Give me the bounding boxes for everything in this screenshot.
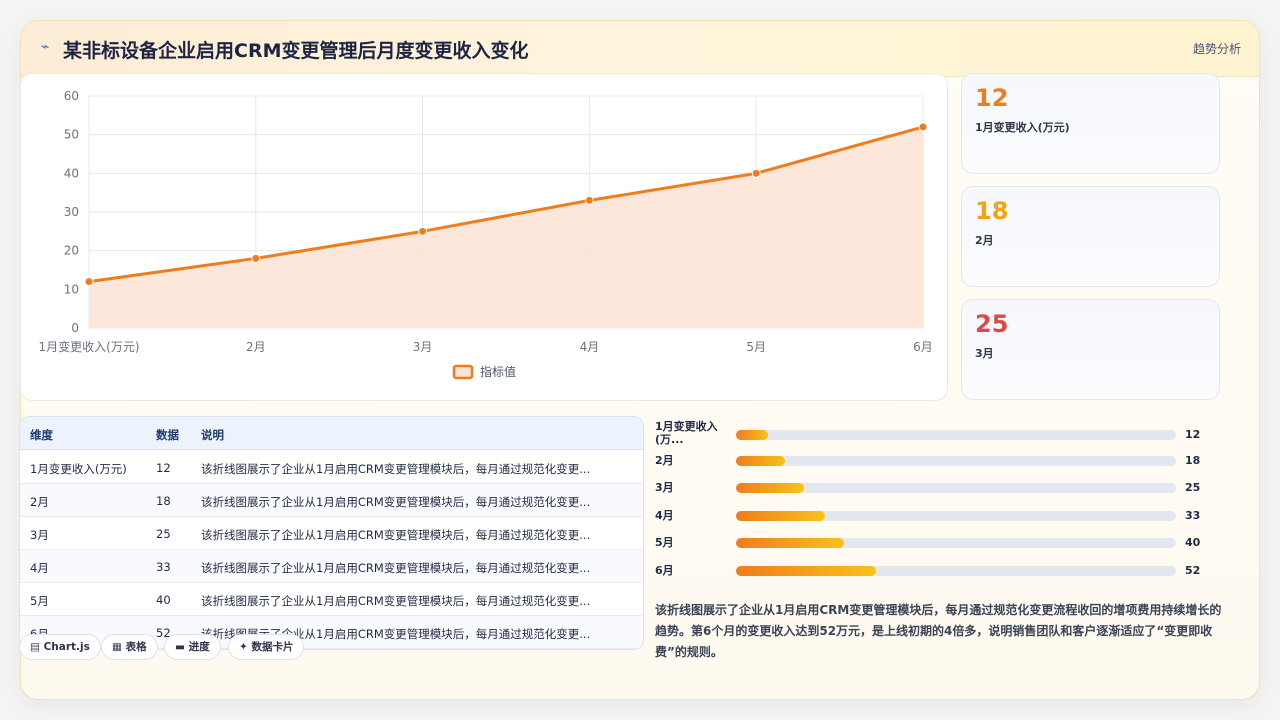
x-tick-label: 6月: [913, 340, 933, 354]
progress-value: 33: [1185, 509, 1201, 522]
table-cell: 25: [156, 527, 171, 541]
table-cell: 该折线图展示了企业从1月启用CRM变更管理模块后，每月通过规范化变更...: [201, 462, 591, 476]
data-point: [251, 253, 261, 263]
progress-row: 1月变更收入(万... 12: [655, 418, 1220, 446]
chartjs-tag[interactable]: ▤ Chart.js: [19, 634, 101, 660]
data-point: [84, 277, 94, 287]
data-point: [918, 122, 928, 132]
table-row[interactable]: 3月 25 该折线图展示了企业从1月启用CRM变更管理模块后，每月通过规范化变更..…: [20, 517, 643, 550]
progress-row: 3月 25: [655, 481, 1220, 505]
progress-track: [736, 511, 1176, 521]
legend-label: 指标值: [480, 364, 516, 379]
progress-row: 5月 40: [655, 536, 1220, 560]
progress-value: 18: [1185, 454, 1201, 467]
table-cell: 该折线图展示了企业从1月启用CRM变更管理模块后，每月通过规范化变更...: [201, 528, 591, 542]
progress-fill: [736, 456, 785, 466]
data-point: [751, 168, 761, 178]
y-tick-label: 30: [64, 205, 79, 219]
header: ⌁ 某非标设备企业启用CRM变更管理后月度变更收入变化 趋势分析: [21, 21, 1259, 77]
stat-value: 12: [975, 84, 1009, 112]
progress-fill: [736, 430, 769, 440]
table-row[interactable]: 4月 33 该折线图展示了企业从1月启用CRM变更管理模块后，每月通过规范化变更..…: [20, 550, 643, 583]
stat-card: 18 2月: [961, 186, 1220, 287]
progress-label: 5月: [655, 536, 674, 549]
analysis-tag: 趋势分析: [1192, 42, 1241, 56]
stat-card: 25 3月: [961, 299, 1220, 400]
progress-row: 4月 33: [655, 509, 1220, 533]
table-cell: 该折线图展示了企业从1月启用CRM变更管理模块后，每月通过规范化变更...: [201, 495, 591, 509]
line-chart: 0 10 20 30 40 50 60 1月变更收入(万元) 2月 3月 4月 5月 6月指标值: [39, 89, 933, 380]
progress-label: 6月: [655, 564, 674, 577]
y-tick-label: 10: [64, 282, 79, 296]
y-tick-label: 0: [71, 321, 79, 335]
table-header: 维度 数据 说明: [20, 417, 643, 450]
stat-value: 18: [975, 197, 1009, 225]
data-table: 维度 数据 说明 1月变更收入(万元) 12 该折线图展示了企业从1月启用CRM变更…: [19, 416, 644, 650]
progress-row: 2月 18: [655, 454, 1220, 478]
progress-label: 2月: [655, 454, 674, 467]
data-point: [418, 226, 428, 236]
progress-track: [736, 430, 1176, 440]
legend-swatch: [452, 364, 474, 380]
column-header-description: 说明: [201, 428, 224, 442]
table-cell: 4月: [30, 561, 49, 575]
table-cell: 12: [156, 461, 171, 475]
x-tick-label: 1月变更收入(万元): [39, 339, 140, 354]
progress-value: 40: [1185, 536, 1201, 549]
y-tick-label: 60: [64, 89, 79, 103]
table-tag[interactable]: ▦ 表格: [101, 634, 158, 660]
table-row[interactable]: 5月 40 该折线图展示了企业从1月启用CRM变更管理模块后，每月通过规范化变更..…: [20, 583, 643, 616]
y-tick-label: 20: [64, 244, 79, 258]
progress-fill: [736, 566, 877, 576]
table-cell: 该折线图展示了企业从1月启用CRM变更管理模块后，每月通过规范化变更...: [201, 594, 591, 608]
progress-value: 52: [1185, 564, 1201, 577]
stat-label: 2月: [975, 234, 994, 247]
x-tick-label: 2月: [246, 340, 266, 354]
x-tick-label: 5月: [746, 340, 766, 354]
progress-fill: [736, 483, 804, 493]
table-cell: 3月: [30, 528, 49, 542]
progress-label: 4月: [655, 509, 674, 522]
progress-track: [736, 483, 1176, 493]
progress-label: 1月变更收入(万...: [655, 420, 718, 446]
stat-value: 25: [975, 310, 1009, 338]
progress-value: 25: [1185, 481, 1201, 494]
column-header-dimension: 维度: [30, 428, 53, 442]
stat-card: 12 1月变更收入(万元): [961, 73, 1220, 174]
stat-label: 1月变更收入(万元): [975, 121, 1070, 134]
table-cell: 18: [156, 494, 171, 508]
progress-tag[interactable]: ▬ 进度: [164, 634, 221, 660]
table-cell: 该折线图展示了企业从1月启用CRM变更管理模块后，每月通过规范化变更...: [201, 561, 591, 575]
table-cell: 1月变更收入(万元): [30, 462, 127, 476]
table-cell: 2月: [30, 495, 49, 509]
stat-label: 3月: [975, 347, 994, 360]
column-header-data: 数据: [156, 428, 179, 442]
line-chart-panel: 0 10 20 30 40 50 60 1月变更收入(万元) 2月 3月 4月 5月 6月指标值: [20, 73, 948, 401]
table-cell: 33: [156, 560, 171, 574]
progress-track: [736, 538, 1176, 548]
y-tick-label: 40: [64, 166, 79, 180]
progress-fill: [736, 538, 845, 548]
chart-description: 该折线图展示了企业从1月启用CRM变更管理模块后，每月通过规范化变更流程收回的增…: [655, 603, 1222, 659]
progress-label: 3月: [655, 481, 674, 494]
progress-track: [736, 566, 1176, 576]
progress-row: 6月 52: [655, 564, 1220, 588]
x-tick-label: 3月: [413, 340, 433, 354]
data-point: [584, 195, 594, 205]
table-cell: 5月: [30, 594, 49, 608]
progress-value: 12: [1185, 428, 1201, 441]
data-card-tag[interactable]: ✦ 数据卡片: [228, 634, 305, 660]
page-title: 某非标设备企业启用CRM变更管理后月度变更收入变化: [63, 40, 529, 62]
trend-icon: ⌁: [41, 39, 50, 55]
table-row[interactable]: 2月 18 该折线图展示了企业从1月启用CRM变更管理模块后，每月通过规范化变更..…: [20, 484, 643, 517]
table-row[interactable]: 1月变更收入(万元) 12 该折线图展示了企业从1月启用CRM变更管理模块后，每月通…: [20, 451, 643, 484]
table-cell: 40: [156, 593, 171, 607]
series-area: [89, 126, 923, 328]
x-tick-label: 4月: [580, 340, 600, 354]
y-tick-label: 50: [64, 128, 79, 142]
progress-track: [736, 456, 1176, 466]
progress-fill: [736, 511, 826, 521]
